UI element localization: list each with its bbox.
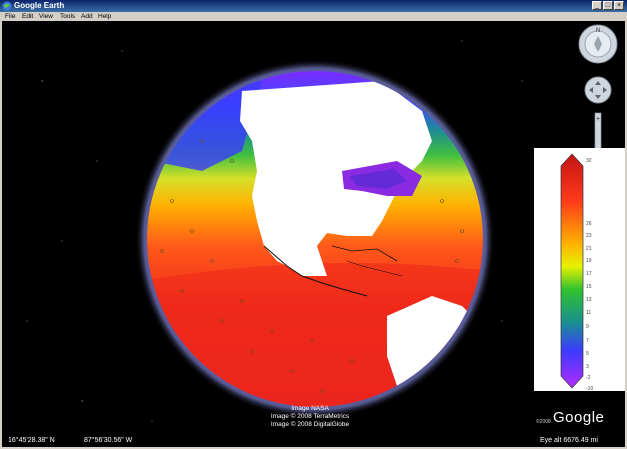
- globe-view[interactable]: N +: [2, 21, 625, 447]
- legend-label-19: 19: [586, 258, 592, 264]
- navigation-controls[interactable]: N +: [578, 24, 618, 154]
- legend-label-3: 3: [586, 364, 589, 370]
- legend-label-11: 11: [586, 310, 592, 316]
- menu-view[interactable]: View: [39, 12, 53, 21]
- close-button[interactable]: ×: [614, 1, 624, 10]
- latitude-readout: 16°45'28.38" N: [8, 437, 55, 444]
- earth-3d-viewport[interactable]: N + 32 26 23 21 19 17 15 13 11 9 7 5 3 -…: [2, 21, 625, 447]
- temperature-legend: 32 26 23 21 19 17 15 13 11 9 7 5 3 -2 -1…: [534, 148, 625, 392]
- legend-label-7: 7: [586, 338, 589, 344]
- eye-altitude-readout: Eye alt 6676.49 mi: [540, 437, 598, 444]
- zoom-slider-icon[interactable]: +: [592, 112, 604, 154]
- menu-add[interactable]: Add: [81, 12, 93, 21]
- legend-label-neg10: -10: [586, 386, 594, 392]
- look-joystick-icon[interactable]: [584, 76, 612, 104]
- legend-label-26: 26: [586, 221, 592, 227]
- image-credit-nasa: Image NASA: [291, 405, 329, 412]
- svg-text:N: N: [596, 28, 600, 34]
- legend-label-32: 32: [586, 158, 592, 164]
- legend-colorbar: [560, 153, 584, 389]
- minimize-button[interactable]: _: [592, 1, 602, 10]
- menu-edit[interactable]: Edit: [22, 12, 33, 21]
- south-america-landmass: [387, 296, 477, 391]
- legend-label-5: 5: [586, 351, 589, 357]
- compass-icon[interactable]: N: [578, 24, 618, 64]
- svg-text:+: +: [596, 116, 600, 123]
- legend-label-23: 23: [586, 233, 592, 239]
- legend-label-neg2: -2: [586, 375, 591, 381]
- title-bar: Google Earth _ □ ×: [0, 0, 627, 12]
- menu-help[interactable]: Help: [98, 12, 111, 21]
- legend-label-15: 15: [586, 284, 592, 290]
- menu-bar: File Edit View Tools Add Help: [0, 12, 627, 21]
- image-credit-digitalglobe: Image © 2008 DigitalGlobe: [270, 421, 350, 428]
- google-copyright: ©2008: [536, 419, 551, 425]
- menu-file[interactable]: File: [5, 12, 15, 21]
- google-earth-window: Google Earth _ □ × File Edit View Tools …: [0, 0, 627, 449]
- longitude-readout: 87°56'30.56" W: [84, 437, 133, 444]
- status-bar: 16°45'28.38" N 87°56'30.56" W Eye alt 66…: [2, 435, 625, 447]
- legend-label-17: 17: [586, 271, 592, 277]
- legend-label-13: 13: [586, 297, 592, 303]
- window-title: Google Earth: [14, 1, 65, 10]
- menu-tools[interactable]: Tools: [60, 12, 75, 21]
- legend-label-21: 21: [586, 246, 592, 252]
- google-earth-app-icon: [2, 1, 12, 11]
- google-logo: Google: [553, 409, 605, 426]
- legend-label-9: 9: [586, 324, 589, 330]
- image-credit-terrametrics: Image © 2008 TerraMetrics: [270, 413, 350, 420]
- maximize-button[interactable]: □: [603, 1, 613, 10]
